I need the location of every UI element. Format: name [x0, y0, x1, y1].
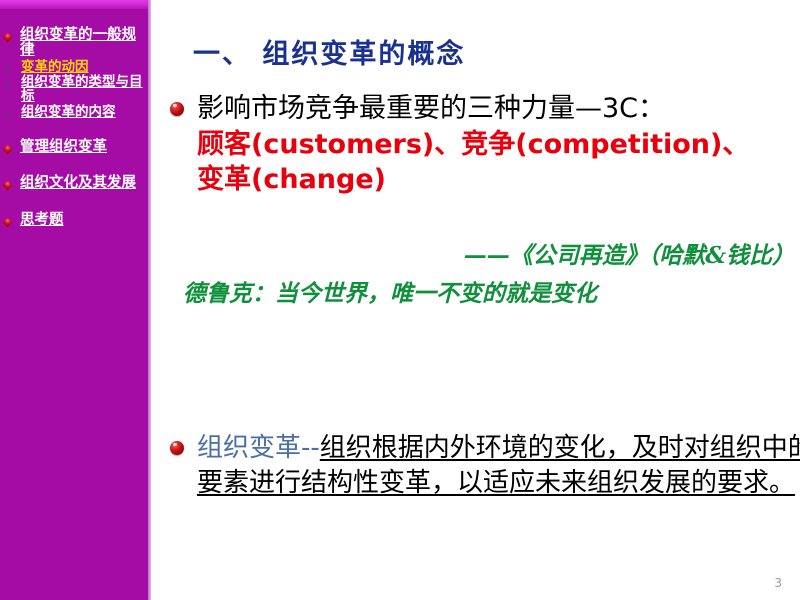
sidebar-item-change-drivers[interactable]: 变革的动因	[0, 58, 151, 75]
definition-paragraph: 组织变革--组织根据内外环境的变化，及时对组织中的要素进行结构性变革，以适应未来…	[197, 431, 800, 501]
content-bullet-definition: 组织变革--组织根据内外环境的变化，及时对组织中的要素进行结构性变革，以适应未来…	[165, 431, 800, 501]
sidebar-item-types-and-goals[interactable]: 组织变革的类型与目标	[0, 75, 151, 104]
three-forces-heading: 影响市场竞争最重要的三种力量—3C：	[197, 93, 666, 124]
sidebar-item-label: 变革的动因	[21, 58, 89, 75]
sidebar-item-review-questions[interactable]: 思考题	[0, 211, 151, 228]
sphere-bullet-icon	[170, 440, 184, 455]
sidebar-item-label: 组织变革的一般规律	[20, 27, 136, 59]
sidebar-item-label: 组织变革的类型与目标	[21, 74, 143, 105]
sphere-bullet-icon	[170, 102, 184, 116]
citation-text: ——《公司再造》（哈默&钱比）	[463, 242, 795, 269]
quote-block: 德鲁克：当今世界，唯一不变的就是变化	[165, 279, 800, 309]
triangle-bullet-icon	[6, 82, 11, 89]
three-forces-items-line2: 变革(change)	[197, 164, 386, 196]
sidebar-top-accent-strip	[0, 0, 151, 9]
three-forces-items-line1: 顾客(customers)、竞争(competition)、	[197, 128, 750, 160]
triangle-bullet-icon	[6, 111, 11, 118]
page-title: 一、 组织变革的概念	[193, 39, 466, 70]
sidebar-item-org-culture[interactable]: 组织文化及其发展	[0, 175, 151, 192]
citation-block: ——《公司再造》（哈默&钱比）	[165, 241, 800, 271]
sidebar-item-label: 组织变革的内容	[21, 103, 116, 120]
sidebar-item-managing-change[interactable]: 管理组织变革	[0, 138, 151, 155]
sidebar-item-general-rules[interactable]: 组织变革的一般规律	[0, 27, 151, 59]
sidebar-item-label: 组织文化及其发展	[20, 175, 136, 192]
slide-canvas: 组织变革的一般规律 变革的动因 组织变革的类型与目标 组织变革的内容 管理组织变…	[0, 0, 800, 600]
sidebar-item-label: 管理组织变革	[20, 138, 107, 155]
content-bullet-three-forces: 影响市场竞争最重要的三种力量—3C： 顾客(customers)、竞争(comp…	[165, 92, 800, 198]
sidebar-item-label: 思考题	[20, 211, 64, 228]
drucker-quote-text: 德鲁克：当今世界，唯一不变的就是变化	[183, 280, 597, 307]
definition-dashes: --	[301, 432, 320, 463]
sidebar-navigation: 组织变革的一般规律 变革的动因 组织变革的类型与目标 组织变革的内容 管理组织变…	[0, 0, 151, 600]
slide-content-area: 一、 组织变革的概念 影响市场竞争最重要的三种力量—3C： 顾客(custome…	[151, 0, 800, 600]
triangle-bullet-icon	[6, 66, 11, 73]
sidebar-item-change-content[interactable]: 组织变革的内容	[0, 103, 151, 120]
page-number: 3	[774, 576, 782, 590]
definition-term: 组织变革	[197, 432, 302, 463]
sidebar-item-list: 组织变革的一般规律 变革的动因 组织变革的类型与目标 组织变革的内容 管理组织变…	[0, 27, 151, 229]
